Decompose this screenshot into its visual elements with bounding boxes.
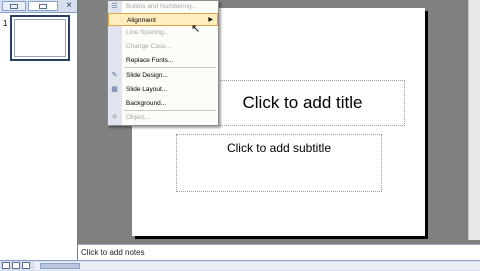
slide-number: 1 [3, 19, 8, 28]
slides-icon [39, 4, 47, 9]
vertical-scrollbar[interactable] [468, 0, 480, 240]
menu-item-change-case[interactable]: Change Case... [108, 40, 218, 53]
normal-view-button[interactable] [2, 262, 10, 269]
slides-pane: × 1 [0, 0, 78, 260]
pane-tab-bar: × [0, 0, 77, 13]
notes-placeholder[interactable]: Click to add notes [81, 248, 145, 257]
slide-sorter-view-button[interactable] [12, 262, 20, 269]
view-bar [0, 260, 480, 271]
menu-item-alignment[interactable]: Alignment ▶ [108, 13, 218, 26]
menu-item-slide-design[interactable]: ✎ Slide Design... [108, 69, 218, 82]
slides-tab[interactable] [28, 1, 58, 11]
menu-item-label: Change Case... [126, 43, 172, 50]
outline-tab[interactable] [2, 1, 26, 11]
menu-item-bullets-numbering[interactable]: ☰ Bullets and Numbering... [108, 0, 218, 13]
menu-item-background[interactable]: Background... [108, 97, 218, 110]
menu-separator [124, 67, 216, 68]
mouse-cursor-icon: ↖ [191, 23, 201, 35]
close-icon[interactable]: × [64, 1, 74, 11]
slide-layout-icon: ▦ [111, 86, 118, 93]
menu-item-label: Background... [126, 100, 167, 107]
menu-item-label: Object... [126, 114, 151, 121]
menu-item-label: Slide Layout... [126, 86, 168, 93]
menu-item-label: Line Spacing... [126, 29, 170, 36]
object-icon: ✥ [111, 114, 118, 121]
menu-item-slide-layout[interactable]: ▦ Slide Layout... [108, 83, 218, 96]
format-menu: ☰ Bullets and Numbering... Alignment ▶ L… [107, 0, 219, 126]
slide-show-button[interactable] [22, 262, 30, 269]
menu-item-label: Bullets and Numbering... [126, 3, 198, 10]
slide-thumbnail[interactable] [10, 15, 70, 61]
menu-item-label: Slide Design... [126, 72, 168, 79]
slide-design-icon: ✎ [111, 72, 118, 79]
thumbnail-content [14, 19, 66, 57]
bullets-icon: ☰ [111, 3, 118, 10]
menu-item-replace-fonts[interactable]: Replace Fonts... [108, 54, 218, 67]
menu-item-object[interactable]: ✥ Object... [108, 111, 218, 124]
menu-item-line-spacing[interactable]: Line Spacing... [108, 26, 218, 39]
outline-icon [10, 4, 18, 9]
scrollbar-thumb[interactable] [40, 263, 80, 269]
subtitle-placeholder[interactable]: Click to add subtitle [176, 134, 382, 192]
title-placeholder[interactable]: Click to add title [200, 80, 405, 126]
menu-item-label: Replace Fonts... [126, 57, 174, 64]
horizontal-scrollbar[interactable] [34, 262, 480, 270]
